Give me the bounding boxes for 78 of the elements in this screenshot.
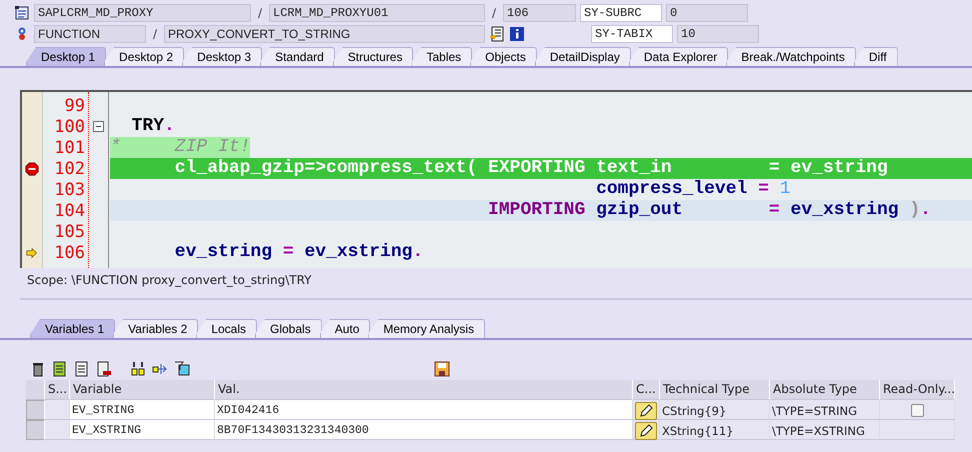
table-icon[interactable] [74, 361, 90, 377]
separator-slash: / [490, 6, 498, 20]
system-field-value: 0 [666, 4, 748, 22]
column-header[interactable]: Technical Type [660, 380, 770, 400]
tab[interactable]: Structures [332, 47, 414, 66]
line-number: 101 [54, 138, 86, 158]
column-header[interactable]: C... [633, 380, 660, 400]
scope-text: Scope: \FUNCTION proxy_convert_to_string\TRY [27, 272, 313, 289]
line-number: 100 [54, 116, 86, 136]
tab[interactable]: Data Explorer [628, 47, 728, 66]
line-field: 106 [503, 4, 576, 22]
system-field-name: SY-TABIX [591, 25, 673, 43]
line-number: 99 [64, 96, 86, 116]
tab[interactable]: Break./Watchpoints [726, 47, 856, 66]
table-cell: \TYPE=XSTRING [770, 420, 880, 440]
tab[interactable]: Tables [411, 47, 472, 66]
tab[interactable]: Auto [320, 319, 370, 338]
tab[interactable]: Standard [260, 47, 335, 66]
pencil-icon [639, 404, 653, 418]
save-icon[interactable] [434, 361, 450, 377]
table-cell [45, 400, 70, 420]
column-header[interactable]: S... [45, 380, 70, 400]
separator-slash: / [152, 27, 158, 41]
tab[interactable]: Desktop 2 [104, 47, 184, 66]
code-line: TRY. [130, 116, 175, 137]
filter-icon[interactable] [174, 361, 190, 377]
line-number: 102 [54, 158, 86, 178]
share-icon[interactable] [152, 361, 168, 377]
tab[interactable]: Objects [470, 47, 537, 66]
code-line: compress_level = 1 [595, 179, 791, 200]
column-header[interactable]: Variable [70, 380, 215, 400]
tab[interactable]: Diff [854, 47, 898, 66]
program-field: SAPLCRM_MD_PROXY [34, 4, 251, 22]
system-field-name: SY-SUBRC [580, 4, 662, 22]
line-number: 103 [54, 180, 86, 200]
table-cell: CString{9} [660, 400, 770, 420]
include-field: LCRM_MD_PROXYU01 [269, 4, 485, 22]
table-cell [45, 420, 70, 440]
edit-button[interactable] [635, 402, 657, 420]
table-icon[interactable] [52, 361, 68, 377]
line-number: 106 [54, 242, 86, 262]
table-icon[interactable] [96, 361, 112, 377]
value-field[interactable]: 8B70F13430313231340300 [215, 420, 633, 440]
edit-button[interactable] [635, 422, 657, 440]
column-header[interactable]: Read-Only... [880, 380, 955, 400]
system-field-value: 10 [677, 25, 759, 43]
line-number: 104 [54, 200, 86, 220]
delete-icon[interactable] [30, 361, 46, 377]
tab[interactable]: Variables 2 [113, 319, 198, 338]
arrow-icon [25, 246, 39, 258]
tab[interactable]: Desktop 1 [26, 47, 106, 66]
tab[interactable]: Locals [196, 319, 257, 338]
event-name-field: PROXY_CONVERT_TO_STRING [164, 25, 485, 43]
checkbox[interactable] [910, 404, 924, 417]
navigate-icon[interactable] [489, 26, 505, 42]
collapse-icon[interactable] [93, 121, 104, 132]
line-number: 105 [54, 222, 86, 242]
table-cell: XString{11} [660, 420, 770, 440]
column-header[interactable]: Absolute Type [770, 380, 880, 400]
tab[interactable]: Variables 1 [30, 319, 116, 338]
value-field[interactable]: XDI042416 [215, 400, 633, 420]
event-type-field: FUNCTION [34, 25, 146, 43]
tab[interactable]: Desktop 3 [182, 47, 262, 66]
document-icon [14, 5, 30, 21]
tab[interactable]: DetailDisplay [534, 47, 631, 66]
pencil-icon [639, 424, 653, 438]
separator-slash: / [256, 6, 264, 20]
info-icon[interactable] [509, 26, 525, 42]
table-cell: EV_STRING [70, 400, 215, 420]
table-cell: EV_XSTRING [70, 420, 215, 440]
table-cell: \TYPE=STRING [770, 400, 880, 420]
columns-icon[interactable] [130, 361, 146, 377]
code-line: ev_string = ev_xstring. [174, 242, 424, 263]
tab[interactable]: Memory Analysis [368, 319, 486, 338]
stop-sign-icon [25, 162, 39, 176]
tab[interactable]: Globals [255, 319, 322, 338]
column-header[interactable]: Val. [215, 380, 633, 400]
column-header [26, 380, 45, 400]
